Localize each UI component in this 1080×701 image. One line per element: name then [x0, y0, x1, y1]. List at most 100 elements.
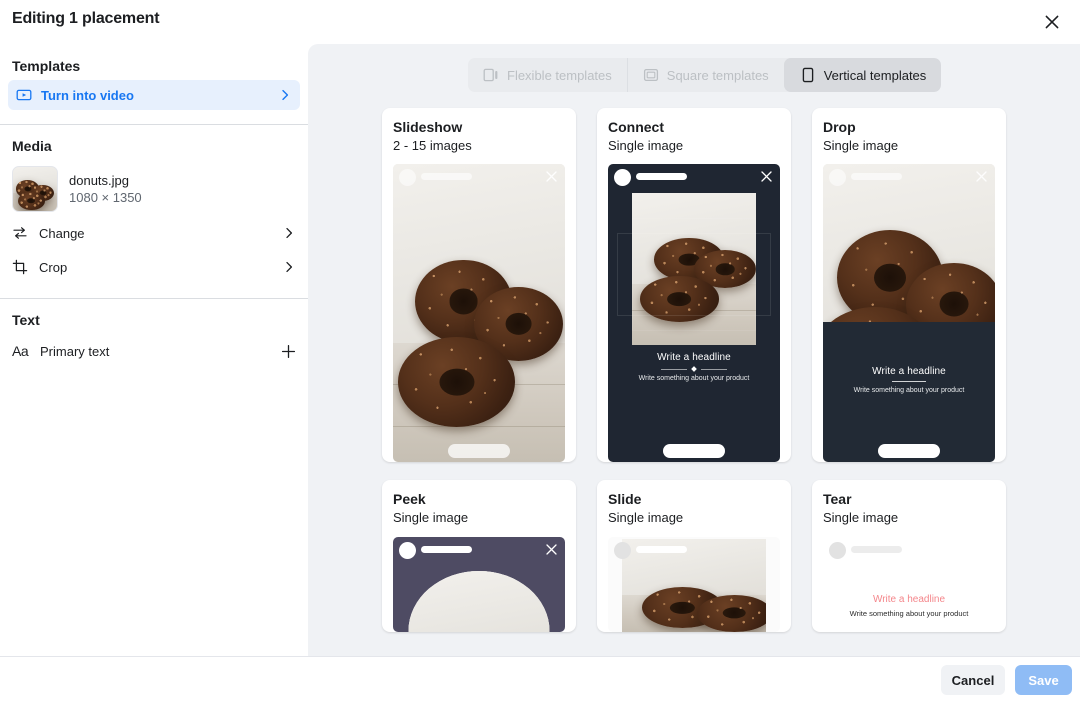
template-preview-drop: Write a headline Write something about y… [823, 164, 995, 463]
preview-name-bar [636, 173, 687, 181]
template-preview-tear: Write a headline Write something about y… [823, 536, 995, 632]
change-media-label: Change [39, 225, 85, 241]
preview-body: Write something about your product [849, 608, 969, 618]
tab-vertical-templates-label: Vertical templates [823, 67, 927, 83]
crop-media-row[interactable]: Crop [0, 250, 308, 284]
crop-media-label: Crop [39, 259, 68, 275]
text-format-icon: Aa [12, 343, 29, 359]
media-section-title: Media [12, 138, 52, 154]
template-card-title: Tear [823, 491, 852, 508]
close-dialog-button[interactable] [1036, 6, 1068, 38]
template-preview-connect: Write a headline Write something about y… [608, 164, 780, 463]
template-card-peek[interactable]: Peek Single image [382, 480, 576, 632]
template-card-title: Drop [823, 119, 856, 135]
template-card-subtitle: 2 - 15 images [393, 137, 472, 153]
template-card-subtitle: Single image [393, 509, 469, 525]
preview-headline: Write a headline [872, 593, 946, 605]
cancel-button[interactable]: Cancel [941, 665, 1005, 695]
editing-placement-dialog: Editing 1 placement Templates Turn into … [0, 0, 1080, 701]
template-card-slide[interactable]: Slide Single image [597, 480, 791, 632]
preview-avatar [829, 541, 846, 559]
preview-avatar [614, 541, 631, 559]
media-section: Media donuts.jpg 1080 × 1350 Change Crop [0, 125, 308, 299]
media-file-meta: donuts.jpg 1080 × 1350 [69, 173, 142, 206]
editor-sidebar: Templates Turn into video Media donuts.j… [0, 44, 308, 656]
preview-cta-bar [448, 444, 510, 459]
change-media-row[interactable]: Change [0, 216, 308, 250]
preview-caption: Write a headline Write something about y… [608, 352, 780, 383]
thumbnail-photo [13, 167, 57, 211]
tab-vertical-templates[interactable]: Vertical templates [783, 58, 942, 92]
preview-body: Write something about your product [853, 386, 965, 394]
preview-close-icon [545, 543, 558, 556]
preview-headline: Write a headline [872, 365, 946, 377]
preview-name-bar [851, 173, 902, 181]
dialog-footer: Cancel Save [0, 656, 1080, 701]
swap-icon [12, 225, 28, 241]
template-card-title: Slideshow [393, 119, 463, 135]
primary-text-label: Primary text [40, 343, 110, 359]
video-icon [16, 87, 32, 103]
templates-section: Templates Turn into video [0, 44, 308, 125]
page-title: Editing 1 placement [12, 10, 160, 27]
template-card-subtitle: Single image [608, 137, 684, 153]
donuts-thumbnail [12, 166, 58, 212]
preview-name-bar [636, 545, 687, 553]
preview-photo [393, 164, 565, 463]
media-file-item[interactable]: donuts.jpg 1080 × 1350 [0, 160, 308, 216]
template-preview-slideshow [393, 164, 565, 463]
preview-close-icon [545, 170, 558, 183]
template-card-subtitle: Single image [608, 509, 684, 525]
template-card-drop[interactable]: Drop Single image Write a headline Write… [812, 108, 1006, 463]
crop-icon [12, 259, 28, 275]
turn-into-video-label: Turn into video [41, 87, 134, 103]
template-preview-peek [393, 536, 565, 632]
preview-name-bar [851, 545, 902, 553]
preview-body: Write something about your product [638, 375, 750, 383]
template-card-title: Slide [608, 491, 642, 508]
flexible-templates-icon [483, 67, 499, 83]
preview-cta-bar [878, 444, 940, 459]
plus-icon[interactable] [281, 344, 296, 359]
template-card-tear[interactable]: Tear Single image Write a headline Write… [812, 480, 1006, 632]
media-file-name: donuts.jpg [69, 172, 129, 188]
media-file-dimensions: 1080 × 1350 [69, 189, 142, 205]
preview-avatar [399, 541, 416, 559]
chevron-right-icon [282, 226, 296, 240]
preview-caption: Write a headline Write something about y… [823, 594, 995, 620]
template-card-connect[interactable]: Connect Single image Write a headline Wr… [597, 108, 791, 463]
turn-into-video-row[interactable]: Turn into video [8, 80, 300, 110]
dialog-header: Editing 1 placement [0, 0, 1080, 44]
template-card-title: Connect [608, 119, 664, 135]
preview-headline: Write a headline [657, 352, 731, 364]
template-card-grid: Slideshow 2 - 15 images Connect Single i… [382, 108, 1022, 632]
square-templates-icon [643, 67, 659, 83]
tab-flexible-templates[interactable]: Flexible templates [468, 58, 627, 92]
tab-square-templates-label: Square templates [666, 67, 769, 83]
chevron-right-icon [282, 260, 296, 274]
text-section: Text Aa Primary text [0, 299, 308, 368]
tab-flexible-templates-label: Flexible templates [507, 67, 612, 83]
preview-cta-bar [663, 444, 725, 459]
templates-panel: Flexible templates Square templates Vert… [308, 44, 1080, 656]
template-card-title: Peek [393, 491, 426, 508]
preview-divider [892, 380, 926, 382]
save-button[interactable]: Save [1015, 665, 1072, 695]
preview-caption: Write a headline Write something about y… [823, 322, 995, 463]
vertical-templates-icon [800, 67, 816, 83]
template-card-subtitle: Single image [823, 509, 899, 525]
template-card-subtitle: Single image [823, 137, 899, 153]
tab-square-templates[interactable]: Square templates [626, 58, 784, 92]
preview-name-bar [421, 545, 472, 553]
template-card-slideshow[interactable]: Slideshow 2 - 15 images [382, 108, 576, 463]
chevron-right-icon [278, 88, 292, 102]
preview-name-bar [421, 173, 472, 181]
preview-close-icon [975, 170, 988, 183]
template-type-tabs: Flexible templates Square templates Vert… [468, 58, 942, 92]
template-preview-slide [608, 536, 780, 632]
preview-divider [608, 366, 780, 372]
primary-text-row[interactable]: Aa Primary text [0, 334, 308, 368]
text-section-title: Text [12, 312, 40, 328]
close-icon [1044, 14, 1060, 30]
preview-photo [408, 570, 550, 632]
